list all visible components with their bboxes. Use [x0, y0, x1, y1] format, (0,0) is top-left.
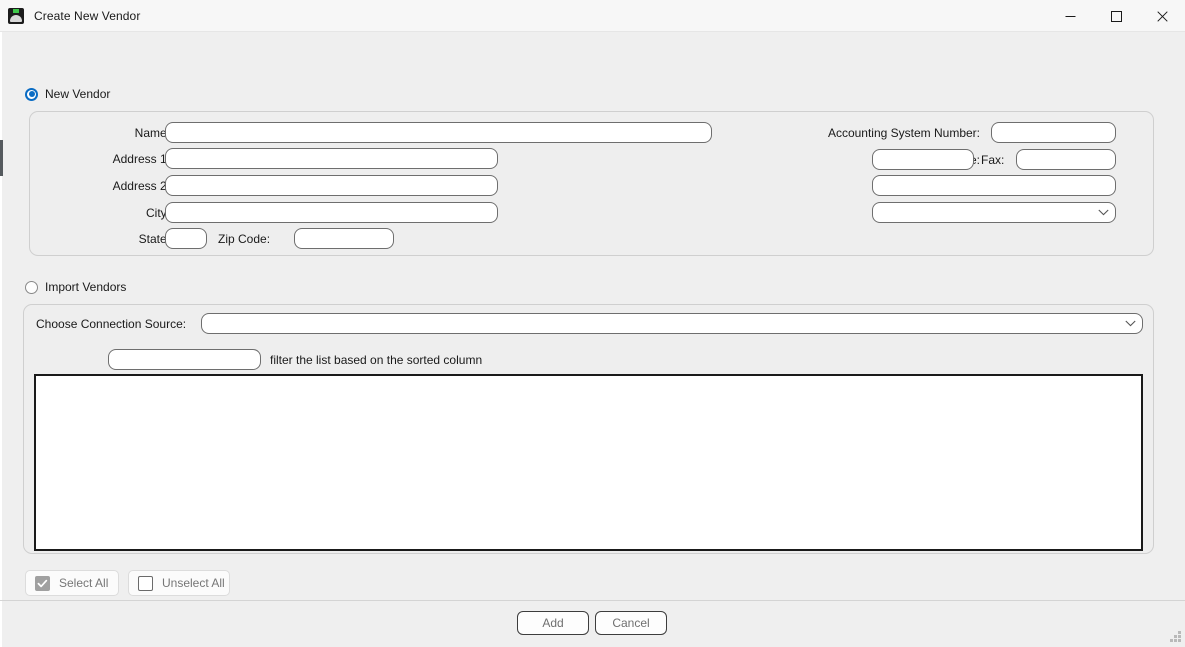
- close-icon: [1156, 10, 1168, 22]
- label-city: City:: [146, 206, 170, 220]
- radio-new-vendor[interactable]: New Vendor: [25, 87, 110, 101]
- window-controls: [1047, 0, 1185, 32]
- background-window-sliver: [0, 140, 3, 176]
- zip-code-input[interactable]: [294, 228, 394, 249]
- radio-import-vendors[interactable]: Import Vendors: [25, 280, 126, 294]
- import-vendors-groupbox: Choose Connection Source: filter the lis…: [23, 304, 1154, 554]
- county-input[interactable]: [872, 175, 1116, 196]
- label-zip-code: Zip Code:: [218, 232, 271, 246]
- label-address2: Address 2:: [112, 179, 170, 193]
- label-address1: Address 1:: [112, 152, 170, 166]
- label-fax: Fax:: [981, 153, 1005, 167]
- select-all-label: Select All: [59, 576, 109, 590]
- label-connection-source: Choose Connection Source:: [36, 317, 187, 331]
- filter-hint-text: filter the list based on the sorted colu…: [270, 353, 483, 367]
- connection-source-select[interactable]: [201, 313, 1143, 334]
- chevron-down-icon: [1125, 320, 1136, 327]
- vendor-app-icon: [8, 7, 24, 24]
- check-icon: [37, 579, 48, 587]
- chevron-down-icon: [1098, 209, 1109, 216]
- vendor-list-box[interactable]: [34, 374, 1143, 551]
- radio-import-vendors-label: Import Vendors: [45, 280, 127, 294]
- filter-input[interactable]: [108, 349, 261, 370]
- maximize-button[interactable]: [1093, 0, 1139, 32]
- city-input[interactable]: [165, 202, 498, 223]
- radio-new-vendor-label: New Vendor: [45, 87, 111, 101]
- unselect-all-button[interactable]: Unselect All: [128, 570, 230, 596]
- fax-input[interactable]: [1016, 149, 1116, 170]
- label-name: Name:: [134, 126, 170, 140]
- address1-input[interactable]: [165, 148, 498, 169]
- phone-input[interactable]: [872, 149, 974, 170]
- unselect-all-checkbox-icon: [138, 575, 153, 591]
- new-vendor-groupbox: Name: Address 1: Address 2: City: State:…: [29, 111, 1154, 256]
- select-all-button[interactable]: Select All: [25, 570, 119, 596]
- add-button[interactable]: Add: [517, 611, 589, 635]
- name-input[interactable]: [165, 122, 712, 143]
- label-accounting-system-number: Accounting System Number:: [827, 126, 980, 140]
- resize-grip[interactable]: [1169, 631, 1182, 644]
- cancel-button[interactable]: Cancel: [595, 611, 667, 635]
- footer-separator: [0, 600, 1185, 601]
- radio-import-vendors-indicator: [25, 280, 38, 294]
- label-state: State:: [138, 232, 170, 246]
- vendor-type-select[interactable]: [872, 202, 1116, 223]
- radio-new-vendor-indicator: [25, 87, 38, 101]
- select-all-checkbox-icon: [35, 575, 50, 591]
- unselect-all-label: Unselect All: [162, 576, 225, 590]
- background-window-edge: [0, 32, 2, 647]
- maximize-icon: [1110, 10, 1122, 22]
- accounting-system-number-input[interactable]: [991, 122, 1116, 143]
- close-button[interactable]: [1139, 0, 1185, 32]
- minimize-button[interactable]: [1047, 0, 1093, 32]
- window-title: Create New Vendor: [34, 8, 141, 23]
- minimize-icon: [1065, 15, 1075, 17]
- title-bar: Create New Vendor: [0, 0, 1185, 32]
- address2-input[interactable]: [165, 175, 498, 196]
- state-input[interactable]: [165, 228, 207, 249]
